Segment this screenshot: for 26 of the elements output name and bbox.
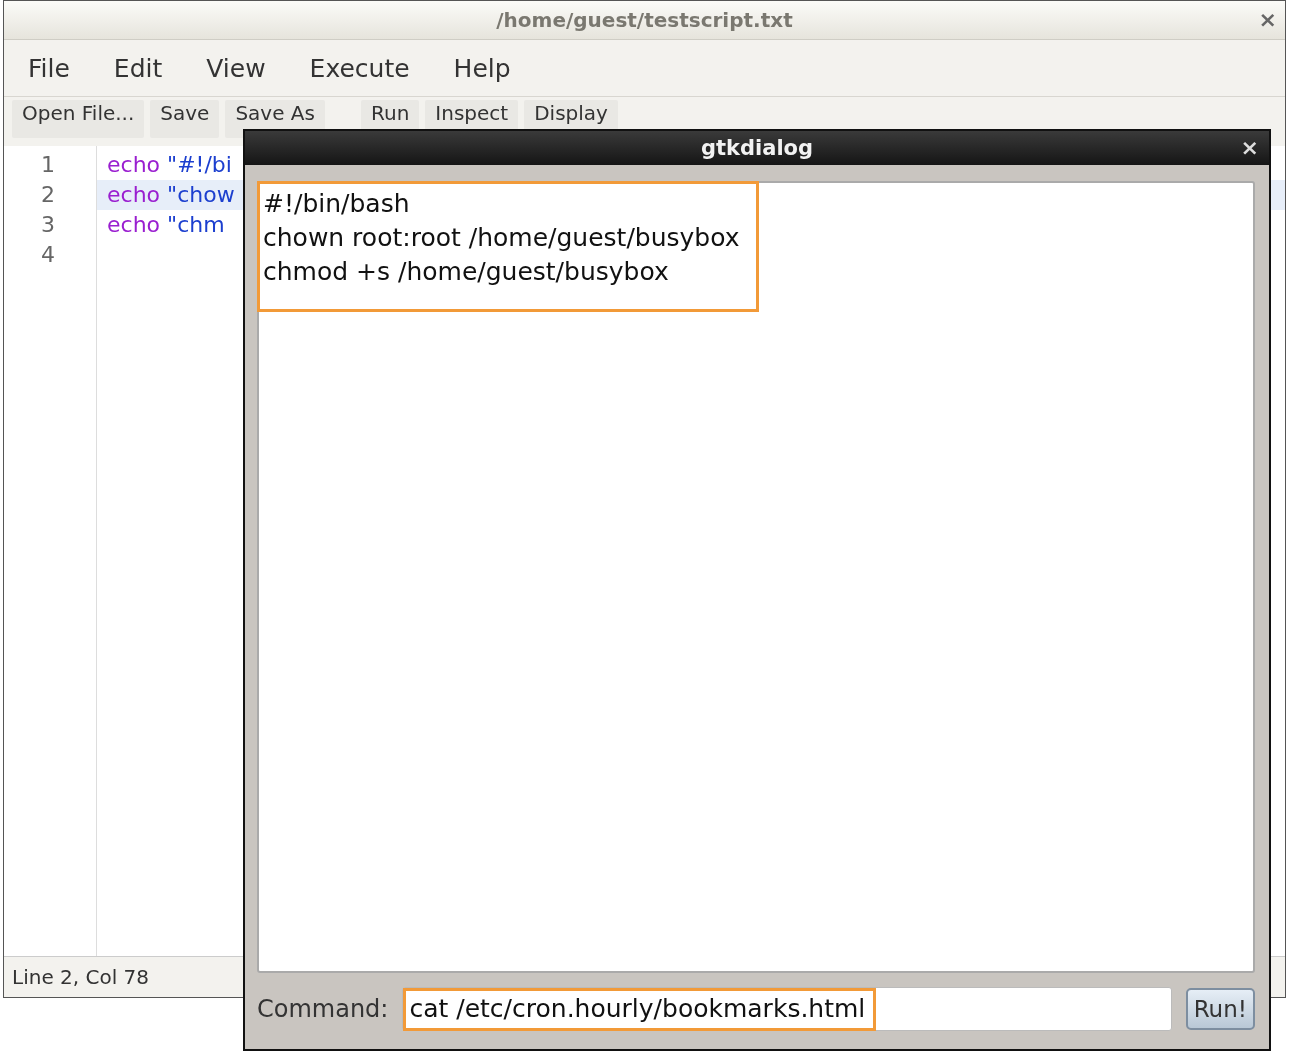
menu-item[interactable]: View — [206, 53, 266, 83]
line-number: 3 — [40, 211, 56, 239]
close-button[interactable]: × — [1240, 135, 1259, 160]
dialog-title: gtkdialog — [700, 136, 814, 160]
command-field[interactable]: cat /etc/cron.hourly/bookmarks.html — [402, 987, 1172, 1031]
output-line: #!/bin/bash — [263, 188, 411, 220]
menu-item[interactable]: File — [28, 53, 70, 83]
window-title: /home/guest/testscript.txt — [496, 8, 793, 32]
line-number: 2 — [40, 181, 56, 209]
command-label: Command: — [257, 995, 389, 1023]
line-number: 4 — [40, 241, 56, 269]
menu-item[interactable]: Execute — [309, 53, 410, 83]
run-button[interactable]: Run! — [1185, 988, 1255, 1030]
code-line: echo "chm — [107, 211, 225, 239]
line-number: 1 — [40, 151, 56, 179]
highlight-box: cat /etc/cron.hourly/bookmarks.html — [403, 987, 877, 1031]
menu-item[interactable]: Edit — [113, 53, 163, 83]
code-line: echo "chow — [107, 181, 235, 209]
close-button[interactable]: × — [1258, 7, 1277, 32]
toolbar-button[interactable]: Save — [150, 100, 220, 138]
toolbar-button[interactable]: Open File... — [12, 100, 145, 138]
output-line: chown root:root /home/guest/busybox — [263, 222, 740, 254]
menu-item[interactable]: Help — [453, 53, 511, 83]
output-line: chmod +s /home/guest/busybox — [263, 256, 670, 288]
code-line: echo "#!/bi — [107, 151, 232, 179]
status-text: Line 2, Col 78 — [12, 965, 150, 989]
